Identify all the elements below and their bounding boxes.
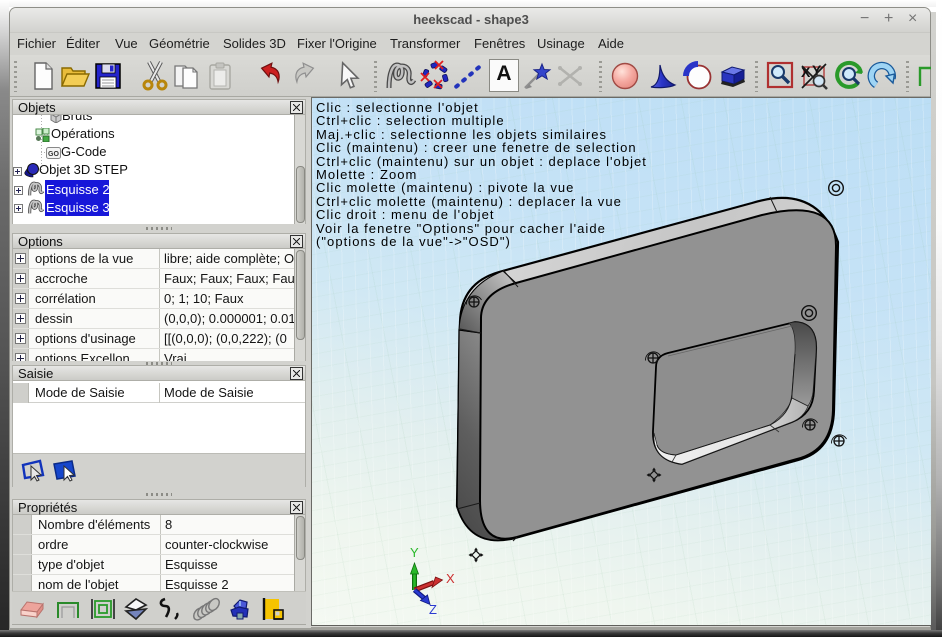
svg-text:GO: GO: [48, 151, 59, 158]
svg-text:Y: Y: [410, 545, 419, 560]
svg-text:X: X: [446, 571, 455, 586]
svg-text:Z: Z: [429, 602, 437, 617]
